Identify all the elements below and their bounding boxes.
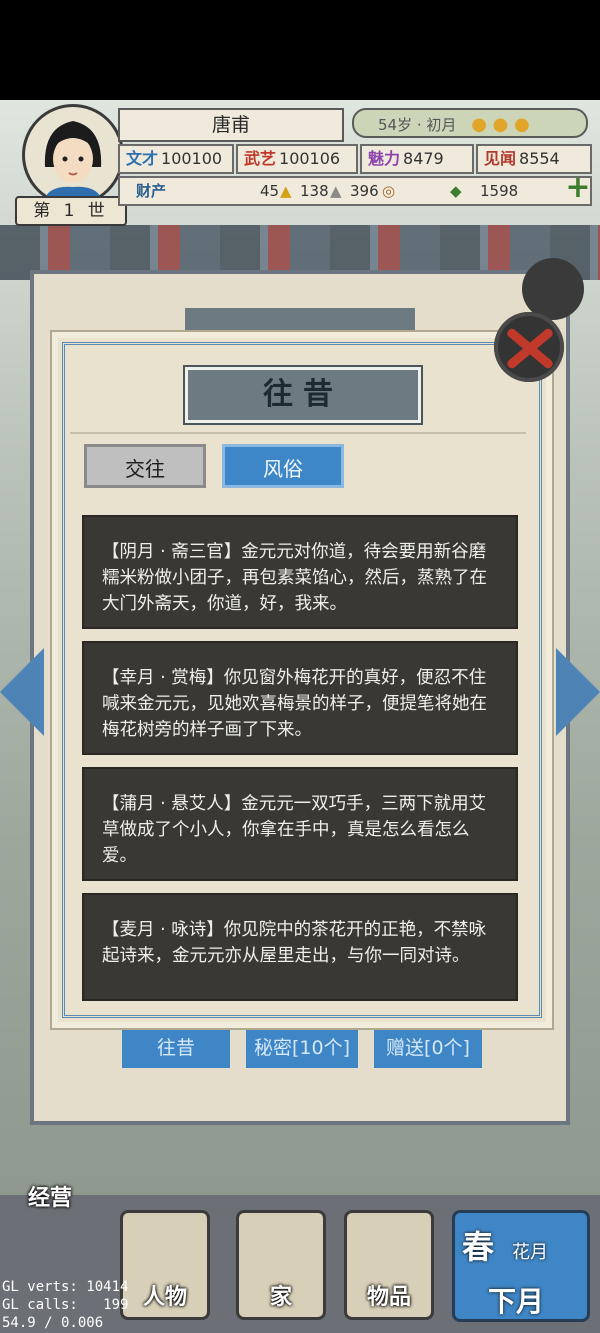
underlying-tab-secrets[interactable]: 秘密[10个] [246, 1028, 358, 1068]
generation-badge: 第 1 世 [15, 196, 127, 226]
nav-label: 物品 [366, 1285, 411, 1310]
prev-arrow-icon[interactable] [0, 648, 44, 736]
gold-count: 45 [260, 182, 280, 200]
underlying-tab-past[interactable]: 往昔 [122, 1028, 230, 1068]
stat-wuyi: 武艺 100106 [236, 144, 358, 174]
debug-overlay: GL verts: 10414 GL calls: 199 54.9 / 0.006 [2, 1278, 128, 1332]
nav-characters-button[interactable]: 人物 [120, 1210, 210, 1320]
stat-label: 武艺 [244, 149, 277, 168]
silver-count: 138 [300, 182, 329, 200]
nav-home-button[interactable]: 家 [236, 1210, 326, 1320]
tab-customs[interactable]: 风俗 [222, 444, 344, 488]
stat-meili: 魅力 8479 [360, 144, 474, 174]
next-month-label: 下月 [488, 1285, 545, 1318]
nav-label: 人物 [142, 1285, 187, 1310]
coin-icon: ◎ [382, 182, 396, 200]
jade-count: 1598 [480, 182, 519, 200]
resource-bar: 财产 45 ▲ 138 ▲ 396 ◎ ◆ 1598 [118, 176, 592, 206]
event-card: 【幸月 · 赏梅】你见窗外梅花开的真好，便忍不住喊来金元元，见她欢喜梅景的样子，… [82, 641, 518, 755]
stat-value: 100106 [279, 149, 341, 168]
nav-items-button[interactable]: 物品 [344, 1210, 434, 1320]
player-name: 唐甫 [118, 108, 344, 142]
player-avatar[interactable] [22, 104, 124, 206]
stat-label: 见闻 [484, 149, 517, 168]
stat-value: 8554 [519, 149, 560, 168]
nav-label: 家 [269, 1285, 292, 1310]
debug-calls: GL calls: 199 [2, 1297, 129, 1313]
title-divider [70, 432, 526, 434]
add-resource-plus-icon[interactable]: + [565, 173, 591, 203]
age-season-text: 54岁 · 初月 [378, 116, 457, 134]
stat-wencai: 文才 100100 [118, 144, 234, 174]
silver-ingot-icon: ▲ [330, 182, 342, 200]
stat-value: 8479 [403, 149, 444, 168]
energy-icons: ● ● ● [471, 114, 530, 135]
stat-label: 文才 [126, 149, 159, 168]
event-card: 【蒲月 · 悬艾人】金元元一双巧手，三两下就用艾草做成了个小人，你拿在手中，真是… [82, 767, 518, 881]
event-card: 【阴月 · 斋三官】金元元对你道，待会要用新谷磨糯米粉做小团子，再包素菜馅心，然… [82, 515, 518, 629]
debug-verts: GL verts: 10414 [2, 1279, 129, 1295]
stat-value: 100100 [161, 149, 223, 168]
copper-count: 396 [350, 182, 379, 200]
status-area [0, 0, 600, 100]
season-label: 春 [462, 1228, 495, 1266]
age-season-display: 54岁 · 初月 ● ● ● [352, 108, 588, 138]
jade-icon: ◆ [450, 182, 462, 200]
dialog-title: 往昔 [185, 367, 421, 423]
stat-label: 魅力 [368, 149, 401, 168]
underlying-tab-gifts[interactable]: 赠送[0个] [374, 1028, 482, 1068]
month-label: 花月 [512, 1242, 548, 1263]
gold-ingot-icon: ▲ [280, 182, 292, 200]
next-arrow-icon[interactable] [556, 648, 600, 736]
event-card: 【麦月 · 咏诗】你见院中的茶花开的正艳，不禁咏起诗来，金元元亦从屋里走出，与你… [82, 893, 518, 1001]
resource-label: 财产 [136, 182, 167, 200]
avatar-face-icon [43, 121, 103, 203]
underlying-close-icon [522, 258, 584, 320]
close-icon[interactable] [494, 312, 564, 382]
debug-fps: 54.9 / 0.006 [2, 1315, 104, 1331]
tab-interactions[interactable]: 交往 [84, 444, 206, 488]
management-button[interactable]: 经营 [28, 1180, 72, 1212]
